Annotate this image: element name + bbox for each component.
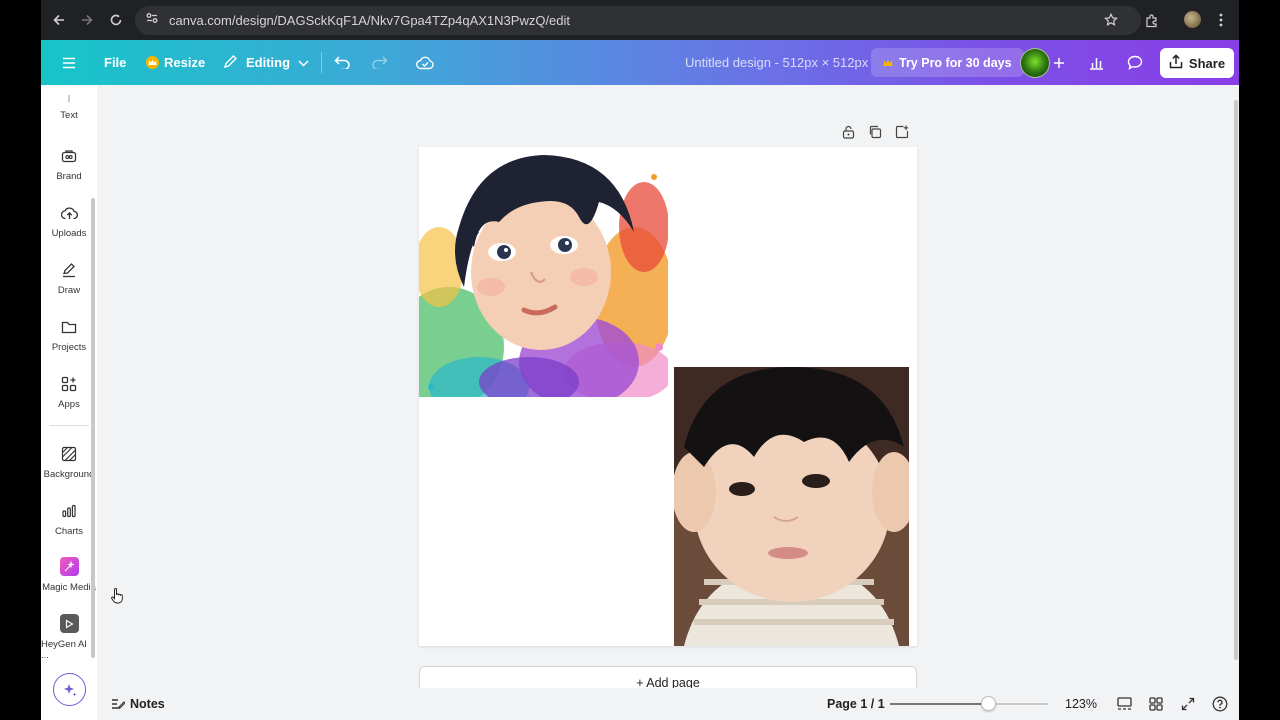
editing-label: Editing — [246, 55, 291, 70]
hand-cursor-icon — [111, 588, 123, 604]
brand-icon — [60, 147, 78, 165]
sidebar-item-uploads[interactable]: Uploads — [41, 204, 97, 239]
zoom-slider-fill — [890, 703, 988, 705]
watercolor-child-image[interactable] — [419, 147, 668, 397]
share-label: Share — [1188, 55, 1226, 71]
zoom-slider-thumb[interactable] — [980, 696, 996, 711]
notes-icon[interactable] — [109, 695, 127, 713]
notes-button[interactable]: Notes — [130, 697, 165, 711]
resize-label: Resize — [164, 55, 206, 70]
add-collaborator-icon[interactable] — [1044, 48, 1073, 77]
sidebar-item-label: Brand — [56, 171, 82, 182]
cloud-save-icon[interactable] — [416, 40, 434, 85]
draw-icon — [60, 261, 78, 279]
redo-icon[interactable] — [371, 40, 388, 85]
file-menu[interactable]: File — [104, 40, 126, 85]
site-settings-icon[interactable] — [145, 11, 159, 30]
sidebar-item-label: Projects — [51, 342, 87, 353]
page-tools — [842, 125, 909, 141]
share-button[interactable]: Share — [1160, 48, 1234, 78]
sidebar-item-charts[interactable]: Charts — [41, 502, 97, 537]
try-pro-label: Try Pro for 30 days — [899, 55, 1012, 70]
canvas-scrollbar[interactable] — [1234, 100, 1238, 660]
sidebar-item-magic-media[interactable]: Magic Media — [41, 557, 97, 593]
share-icon — [1169, 54, 1183, 72]
sidebar-item-apps[interactable]: Apps — [41, 375, 97, 410]
reload-icon[interactable] — [102, 6, 130, 34]
design-title[interactable]: Untitled design - 512px × 512px — [685, 40, 868, 85]
magic-media-icon — [59, 557, 79, 576]
sidebar-item-label: Magic Media — [42, 582, 96, 593]
apps-icon — [60, 375, 78, 393]
folder-icon — [60, 318, 78, 336]
sidebar-item-label: HeyGen AI ... — [41, 639, 87, 661]
grid-view-icon[interactable] — [1147, 695, 1165, 713]
undo-icon[interactable] — [334, 40, 351, 85]
url-text[interactable]: canva.com/design/DAGSckKqF1A/Nkv7Gpa4TZp… — [169, 13, 570, 28]
insights-chart-icon[interactable] — [1082, 48, 1111, 77]
browser-menu-icon[interactable] — [1207, 6, 1235, 34]
editor-bottombar: Notes Page 1 / 1 123% — [97, 688, 1239, 720]
sidebar-item-heygen[interactable]: HeyGen AI ... — [41, 614, 97, 661]
chevron-down-icon — [298, 55, 309, 70]
pencil-icon — [223, 54, 238, 72]
magic-assistant-icon[interactable] — [53, 673, 86, 706]
sidebar-item-brand[interactable]: Brand — [41, 147, 97, 182]
page-view-icon[interactable] — [1115, 695, 1133, 713]
sidebar-divider — [49, 425, 89, 426]
charts-icon — [60, 502, 78, 520]
sidebar-scrollbar[interactable] — [91, 198, 95, 658]
add-page-icon[interactable] — [895, 125, 909, 141]
crown-icon — [146, 56, 159, 69]
back-icon[interactable] — [45, 6, 73, 34]
zoom-level[interactable]: 123% — [1065, 697, 1097, 711]
sidebar-item-draw[interactable]: Draw — [41, 261, 97, 296]
sidebar-item-background[interactable]: Background — [41, 445, 97, 480]
editor-sidebar: Text Brand Uploads Draw Projects Apps Ba… — [41, 85, 97, 720]
sidebar-item-label: Uploads — [51, 228, 87, 239]
heygen-icon — [59, 614, 79, 633]
page-indicator[interactable]: Page 1 / 1 — [827, 697, 885, 711]
extensions-icon[interactable] — [1137, 6, 1165, 34]
address-bar[interactable]: canva.com/design/DAGSckKqF1A/Nkv7Gpa4TZp… — [135, 6, 1141, 35]
text-icon — [60, 93, 78, 103]
editing-mode-dropdown[interactable]: Editing — [223, 40, 309, 85]
sidebar-item-label: Draw — [57, 285, 81, 296]
zoom-slider[interactable] — [890, 696, 1048, 711]
child-photo-image[interactable] — [674, 367, 909, 646]
sidebar-item-text[interactable]: Text — [41, 93, 97, 121]
topbar-divider — [321, 52, 322, 73]
help-icon[interactable] — [1211, 695, 1229, 713]
resize-button[interactable]: Resize — [146, 40, 205, 85]
sidebar-item-projects[interactable]: Projects — [41, 318, 97, 353]
sidebar-item-label: Text — [60, 110, 78, 121]
hamburger-menu-icon[interactable] — [62, 40, 76, 85]
comment-icon[interactable] — [1120, 48, 1149, 77]
crown-icon — [883, 56, 893, 70]
background-icon — [60, 445, 78, 463]
bookmark-star-icon[interactable] — [1097, 6, 1125, 34]
sidebar-item-label: Background — [43, 469, 95, 480]
editor-topbar: File Resize Editing Untitled design - 51… — [41, 40, 1239, 85]
lock-icon[interactable] — [842, 125, 855, 141]
fullscreen-icon[interactable] — [1179, 695, 1197, 713]
sidebar-item-label: Apps — [58, 399, 80, 410]
forward-icon[interactable] — [73, 6, 101, 34]
sidebar-item-label: Charts — [55, 526, 83, 537]
browser-toolbar: canva.com/design/DAGSckKqF1A/Nkv7Gpa4TZp… — [41, 0, 1239, 40]
duplicate-page-icon[interactable] — [868, 125, 882, 141]
browser-window: canva.com/design/DAGSckKqF1A/Nkv7Gpa4TZp… — [41, 0, 1239, 720]
profile-avatar[interactable] — [1184, 11, 1201, 28]
upload-icon — [60, 204, 78, 222]
design-page[interactable] — [419, 147, 917, 646]
try-pro-button[interactable]: Try Pro for 30 days — [871, 48, 1024, 77]
